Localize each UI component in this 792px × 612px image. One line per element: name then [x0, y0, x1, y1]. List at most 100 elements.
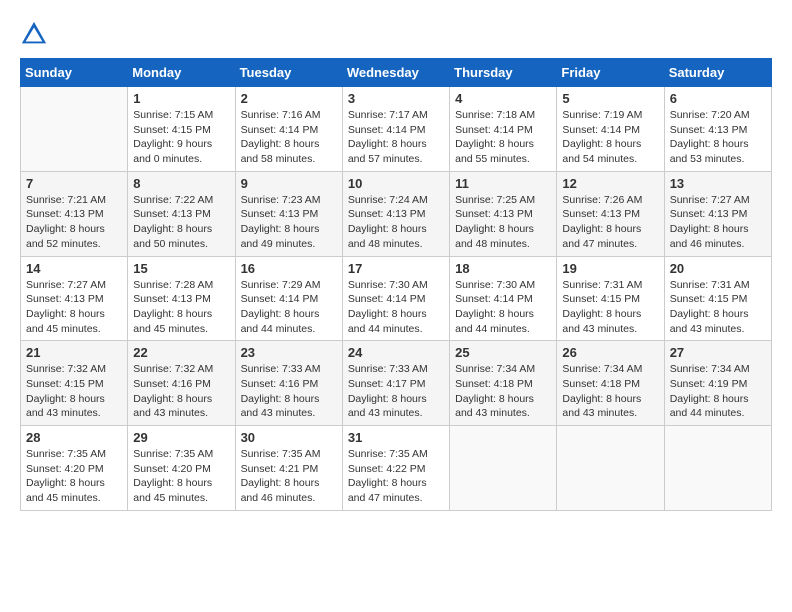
day-number: 7 — [26, 176, 122, 191]
day-number: 18 — [455, 261, 551, 276]
week-row-3: 14 Sunrise: 7:27 AM Sunset: 4:13 PM Dayli… — [21, 256, 772, 341]
day-number: 11 — [455, 176, 551, 191]
day-info: Sunrise: 7:30 AM Sunset: 4:14 PM Dayligh… — [348, 278, 444, 337]
day-info: Sunrise: 7:31 AM Sunset: 4:15 PM Dayligh… — [670, 278, 766, 337]
weekday-header-saturday: Saturday — [664, 59, 771, 87]
day-info: Sunrise: 7:18 AM Sunset: 4:14 PM Dayligh… — [455, 108, 551, 167]
day-cell: 10 Sunrise: 7:24 AM Sunset: 4:13 PM Dayli… — [342, 171, 449, 256]
day-info: Sunrise: 7:32 AM Sunset: 4:16 PM Dayligh… — [133, 362, 229, 421]
day-number: 22 — [133, 345, 229, 360]
day-cell: 8Sunrise: 7:22 AM Sunset: 4:13 PM Daylig… — [128, 171, 235, 256]
day-number: 21 — [26, 345, 122, 360]
weekday-header-friday: Friday — [557, 59, 664, 87]
day-number: 14 — [26, 261, 122, 276]
day-info: Sunrise: 7:26 AM Sunset: 4:13 PM Dayligh… — [562, 193, 658, 252]
logo — [20, 20, 52, 48]
day-cell: 16 Sunrise: 7:29 AM Sunset: 4:14 PM Dayli… — [235, 256, 342, 341]
day-cell: 13 Sunrise: 7:27 AM Sunset: 4:13 PM Dayli… — [664, 171, 771, 256]
day-number: 9 — [241, 176, 337, 191]
header-area — [20, 20, 772, 48]
day-number: 30 — [241, 430, 337, 445]
day-info: Sunrise: 7:33 AM Sunset: 4:16 PM Dayligh… — [241, 362, 337, 421]
day-number: 4 — [455, 91, 551, 106]
day-info: Sunrise: 7:15 AM Sunset: 4:15 PM Dayligh… — [133, 108, 229, 167]
day-info: Sunrise: 7:17 AM Sunset: 4:14 PM Dayligh… — [348, 108, 444, 167]
day-info: Sunrise: 7:35 AM Sunset: 4:22 PM Dayligh… — [348, 447, 444, 506]
day-info: Sunrise: 7:29 AM Sunset: 4:14 PM Dayligh… — [241, 278, 337, 337]
weekday-header-thursday: Thursday — [450, 59, 557, 87]
day-cell: 21Sunrise: 7:32 AM Sunset: 4:15 PM Dayli… — [21, 341, 128, 426]
day-info: Sunrise: 7:16 AM Sunset: 4:14 PM Dayligh… — [241, 108, 337, 167]
day-number: 19 — [562, 261, 658, 276]
day-cell — [557, 426, 664, 511]
day-cell: 20 Sunrise: 7:31 AM Sunset: 4:15 PM Dayli… — [664, 256, 771, 341]
day-number: 23 — [241, 345, 337, 360]
day-number: 27 — [670, 345, 766, 360]
day-number: 31 — [348, 430, 444, 445]
day-number: 6 — [670, 91, 766, 106]
weekday-header-wednesday: Wednesday — [342, 59, 449, 87]
day-number: 25 — [455, 345, 551, 360]
day-cell — [21, 87, 128, 172]
day-number: 1 — [133, 91, 229, 106]
day-cell: 15Sunrise: 7:28 AM Sunset: 4:13 PM Dayli… — [128, 256, 235, 341]
day-number: 17 — [348, 261, 444, 276]
day-cell: 14 Sunrise: 7:27 AM Sunset: 4:13 PM Dayli… — [21, 256, 128, 341]
day-info: Sunrise: 7:30 AM Sunset: 4:14 PM Dayligh… — [455, 278, 551, 337]
day-cell: 27 Sunrise: 7:34 AM Sunset: 4:19 PM Dayli… — [664, 341, 771, 426]
day-cell: 7Sunrise: 7:21 AM Sunset: 4:13 PM Daylig… — [21, 171, 128, 256]
day-cell: 6 Sunrise: 7:20 AM Sunset: 4:13 PM Daylig… — [664, 87, 771, 172]
day-cell: 31 Sunrise: 7:35 AM Sunset: 4:22 PM Dayli… — [342, 426, 449, 511]
day-info: Sunrise: 7:33 AM Sunset: 4:17 PM Dayligh… — [348, 362, 444, 421]
day-cell: 19 Sunrise: 7:31 AM Sunset: 4:15 PM Dayli… — [557, 256, 664, 341]
day-cell: 5 Sunrise: 7:19 AM Sunset: 4:14 PM Daylig… — [557, 87, 664, 172]
day-info: Sunrise: 7:22 AM Sunset: 4:13 PM Dayligh… — [133, 193, 229, 252]
day-info: Sunrise: 7:34 AM Sunset: 4:18 PM Dayligh… — [562, 362, 658, 421]
day-number: 26 — [562, 345, 658, 360]
logo-icon — [20, 20, 48, 48]
day-cell: 2 Sunrise: 7:16 AM Sunset: 4:14 PM Daylig… — [235, 87, 342, 172]
day-number: 13 — [670, 176, 766, 191]
weekday-header-monday: Monday — [128, 59, 235, 87]
week-row-2: 7Sunrise: 7:21 AM Sunset: 4:13 PM Daylig… — [21, 171, 772, 256]
day-cell: 25 Sunrise: 7:34 AM Sunset: 4:18 PM Dayli… — [450, 341, 557, 426]
day-number: 5 — [562, 91, 658, 106]
day-number: 20 — [670, 261, 766, 276]
day-number: 24 — [348, 345, 444, 360]
day-cell: 30Sunrise: 7:35 AM Sunset: 4:21 PM Dayli… — [235, 426, 342, 511]
week-row-5: 28 Sunrise: 7:35 AM Sunset: 4:20 PM Dayli… — [21, 426, 772, 511]
day-info: Sunrise: 7:23 AM Sunset: 4:13 PM Dayligh… — [241, 193, 337, 252]
day-cell: 23 Sunrise: 7:33 AM Sunset: 4:16 PM Dayli… — [235, 341, 342, 426]
day-cell: 4 Sunrise: 7:18 AM Sunset: 4:14 PM Daylig… — [450, 87, 557, 172]
day-cell: 18 Sunrise: 7:30 AM Sunset: 4:14 PM Dayli… — [450, 256, 557, 341]
day-number: 12 — [562, 176, 658, 191]
day-number: 3 — [348, 91, 444, 106]
day-cell: 9 Sunrise: 7:23 AM Sunset: 4:13 PM Daylig… — [235, 171, 342, 256]
day-info: Sunrise: 7:35 AM Sunset: 4:20 PM Dayligh… — [26, 447, 122, 506]
day-cell: 1 Sunrise: 7:15 AM Sunset: 4:15 PM Daylig… — [128, 87, 235, 172]
day-number: 16 — [241, 261, 337, 276]
day-number: 2 — [241, 91, 337, 106]
day-cell: 3 Sunrise: 7:17 AM Sunset: 4:14 PM Daylig… — [342, 87, 449, 172]
day-info: Sunrise: 7:34 AM Sunset: 4:19 PM Dayligh… — [670, 362, 766, 421]
day-info: Sunrise: 7:34 AM Sunset: 4:18 PM Dayligh… — [455, 362, 551, 421]
day-info: Sunrise: 7:27 AM Sunset: 4:13 PM Dayligh… — [670, 193, 766, 252]
day-info: Sunrise: 7:20 AM Sunset: 4:13 PM Dayligh… — [670, 108, 766, 167]
day-info: Sunrise: 7:28 AM Sunset: 4:13 PM Dayligh… — [133, 278, 229, 337]
day-info: Sunrise: 7:31 AM Sunset: 4:15 PM Dayligh… — [562, 278, 658, 337]
day-info: Sunrise: 7:27 AM Sunset: 4:13 PM Dayligh… — [26, 278, 122, 337]
day-cell — [664, 426, 771, 511]
week-row-1: 1 Sunrise: 7:15 AM Sunset: 4:15 PM Daylig… — [21, 87, 772, 172]
day-info: Sunrise: 7:24 AM Sunset: 4:13 PM Dayligh… — [348, 193, 444, 252]
day-info: Sunrise: 7:25 AM Sunset: 4:13 PM Dayligh… — [455, 193, 551, 252]
weekday-header-sunday: Sunday — [21, 59, 128, 87]
week-row-4: 21Sunrise: 7:32 AM Sunset: 4:15 PM Dayli… — [21, 341, 772, 426]
day-cell: 12 Sunrise: 7:26 AM Sunset: 4:13 PM Dayli… — [557, 171, 664, 256]
day-cell: 29Sunrise: 7:35 AM Sunset: 4:20 PM Dayli… — [128, 426, 235, 511]
day-number: 10 — [348, 176, 444, 191]
day-number: 28 — [26, 430, 122, 445]
day-cell: 22 Sunrise: 7:32 AM Sunset: 4:16 PM Dayli… — [128, 341, 235, 426]
weekday-header-tuesday: Tuesday — [235, 59, 342, 87]
day-info: Sunrise: 7:19 AM Sunset: 4:14 PM Dayligh… — [562, 108, 658, 167]
weekday-header-row: SundayMondayTuesdayWednesdayThursdayFrid… — [21, 59, 772, 87]
